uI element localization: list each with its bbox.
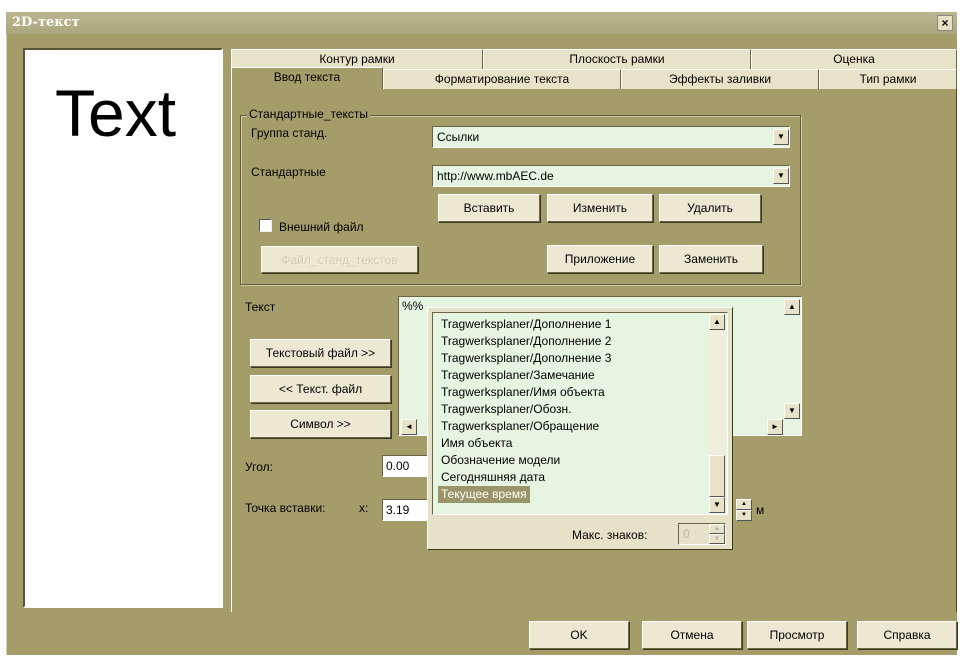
standard-group-value: Ссылки	[437, 130, 480, 144]
max-chars-label: Макс. знаков:	[572, 528, 648, 542]
spin-down-icon[interactable]: ▼	[736, 510, 752, 521]
tab-fill-effects[interactable]: Эффекты заливки	[621, 69, 819, 89]
list-item[interactable]: Tragwerksplaner/Дополнение 1	[441, 316, 611, 333]
insert-point-spinner[interactable]: ▲ ▼	[736, 499, 752, 521]
external-file-checkbox[interactable]	[259, 219, 272, 232]
list-item[interactable]: Tragwerksplaner/Дополнение 3	[441, 350, 611, 367]
list-scrollbar[interactable]: ▲ ▼	[709, 314, 725, 513]
tab-evaluation[interactable]: Оценка	[751, 49, 957, 69]
cancel-button[interactable]: Отмена	[642, 621, 742, 649]
dialog-client-area: Text Контур рамки Плоскость рамки Оценка…	[6, 34, 957, 655]
title-bar[interactable]: 2D-текст ×	[6, 12, 957, 34]
insert-point-unit: м	[756, 503, 765, 517]
standard-label: Стандартные	[251, 165, 326, 179]
max-chars-up-icon[interactable]: ▲	[709, 524, 725, 534]
spin-up-icon[interactable]: ▲	[736, 499, 752, 510]
text-label: Текст	[245, 300, 276, 314]
append-button[interactable]: Приложение	[547, 245, 653, 273]
close-button[interactable]: ×	[937, 15, 953, 31]
tab-text-formatting[interactable]: Форматирование текста	[383, 69, 621, 89]
insert-point-x-input[interactable]: 3.19	[382, 499, 430, 521]
text-file-button[interactable]: Текстовый файл >>	[250, 339, 391, 367]
standard-value: http://www.mbAEC.de	[437, 169, 554, 183]
insert-point-label: Точка вставки:	[245, 501, 326, 515]
list-scroll-thumb[interactable]	[709, 455, 725, 497]
change-button[interactable]: Изменить	[547, 194, 653, 222]
insert-point-x-value: 3.19	[386, 503, 410, 517]
list-scroll-up-icon[interactable]: ▲	[709, 314, 725, 330]
text-scroll-up-icon[interactable]: ▲	[784, 299, 800, 315]
list-item[interactable]: Tragwerksplaner/Имя объекта	[441, 384, 605, 401]
standard-dropdown-icon[interactable]: ▼	[773, 168, 789, 184]
list-item[interactable]: Tragwerksplaner/Обращение	[441, 418, 599, 435]
tab-frame-type[interactable]: Тип рамки	[819, 69, 957, 89]
preview-button[interactable]: Просмотр	[747, 621, 847, 649]
list-item[interactable]: Tragwerksplaner/Обозн.	[441, 401, 571, 418]
max-chars-input[interactable]: 0 ▲ ▼	[678, 523, 726, 545]
standard-group-label: Группа станд.	[251, 126, 328, 140]
standard-texts-group-title: Стандартные_тексты	[247, 107, 371, 121]
help-button[interactable]: Справка	[857, 621, 957, 649]
list-item[interactable]: Tragwerksplaner/Замечание	[441, 367, 595, 384]
tab-frame-plane[interactable]: Плоскость рамки	[483, 49, 751, 69]
text-scroll-down-icon[interactable]: ▼	[784, 403, 800, 419]
list-item[interactable]: Обозначение модели	[441, 452, 560, 469]
tab-frame-contour[interactable]: Контур рамки	[231, 49, 483, 69]
insert-button[interactable]: Вставить	[438, 194, 540, 222]
list-item[interactable]: Имя объекта	[441, 435, 512, 452]
standard-group-select[interactable]: Ссылки ▼	[432, 126, 790, 148]
ok-button[interactable]: OK	[529, 621, 629, 649]
text-scroll-right-icon[interactable]: ►	[767, 419, 783, 435]
angle-input[interactable]: 0.00	[382, 455, 430, 477]
standard-select[interactable]: http://www.mbAEC.de ▼	[432, 165, 790, 187]
angle-value: 0.00	[386, 459, 410, 473]
text-scroll-left-icon[interactable]: ◄	[401, 419, 417, 435]
external-file-label: Внешний файл	[279, 220, 364, 234]
text-value: %%	[402, 299, 424, 313]
insert-point-x-label: x:	[359, 501, 369, 515]
list-item[interactable]: Сегодняшняя дата	[441, 469, 545, 486]
text-file-back-button[interactable]: << Текст. файл	[250, 375, 391, 403]
window-title: 2D-текст	[12, 15, 80, 30]
list-item-selected[interactable]: Текущее время	[438, 486, 530, 503]
tab-text-input[interactable]: Ввод текста	[231, 67, 383, 89]
placeholder-popup: Tragwerksplaner/Дополнение 1 Tragwerkspl…	[427, 307, 733, 550]
delete-button[interactable]: Удалить	[659, 194, 761, 222]
dialog-window: 2D-текст × Text Контур рамки Плоскость р…	[0, 0, 961, 657]
list-item[interactable]: Tragwerksplaner/Дополнение 2	[441, 333, 611, 350]
angle-label: Угол:	[245, 460, 273, 474]
list-scroll-down-icon[interactable]: ▼	[709, 497, 725, 513]
text-preview-panel: Text	[23, 48, 223, 608]
preview-text: Text	[55, 76, 177, 150]
std-texts-file-button[interactable]: Файл_станд_текстов	[261, 246, 418, 273]
max-chars-down-icon[interactable]: ▼	[709, 534, 725, 544]
max-chars-value: 0	[683, 527, 690, 541]
placeholder-list[interactable]: Tragwerksplaner/Дополнение 1 Tragwerkspl…	[432, 312, 728, 515]
standard-group-dropdown-icon[interactable]: ▼	[773, 129, 789, 145]
replace-button[interactable]: Заменить	[659, 245, 763, 273]
symbol-button[interactable]: Символ >>	[250, 410, 391, 438]
